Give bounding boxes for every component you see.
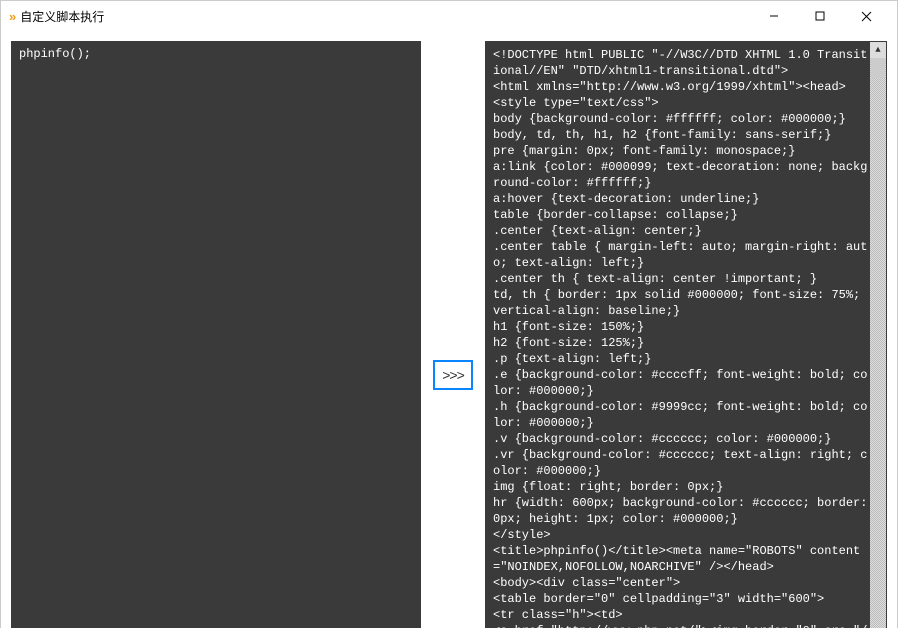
scroll-up-arrow[interactable]: ▲ [870, 42, 886, 58]
window-controls [751, 1, 889, 31]
script-input-panel[interactable]: phpinfo(); [11, 41, 421, 628]
content-area: phpinfo(); >>> <!DOCTYPE html PUBLIC "-/… [1, 31, 897, 628]
app-icon: » [9, 9, 14, 24]
titlebar: » 自定义脚本执行 [1, 1, 897, 31]
maximize-button[interactable] [797, 1, 843, 31]
execute-button-label: >>> [442, 367, 464, 383]
window-title: 自定义脚本执行 [20, 8, 751, 25]
execute-button[interactable]: >>> [433, 360, 473, 390]
output-text: <!DOCTYPE html PUBLIC "-//W3C//DTD XHTML… [493, 47, 869, 628]
app-window: » 自定义脚本执行 phpinfo(); >>> <!DOCTYPE html … [0, 0, 898, 628]
close-button[interactable] [843, 1, 889, 31]
output-panel: <!DOCTYPE html PUBLIC "-//W3C//DTD XHTML… [485, 41, 887, 628]
scroll-thumb[interactable] [871, 58, 885, 78]
output-scrollbar[interactable]: ▲ ▼ [870, 42, 886, 628]
minimize-button[interactable] [751, 1, 797, 31]
script-code: phpinfo(); [19, 47, 413, 61]
middle-column: >>> [429, 41, 477, 628]
